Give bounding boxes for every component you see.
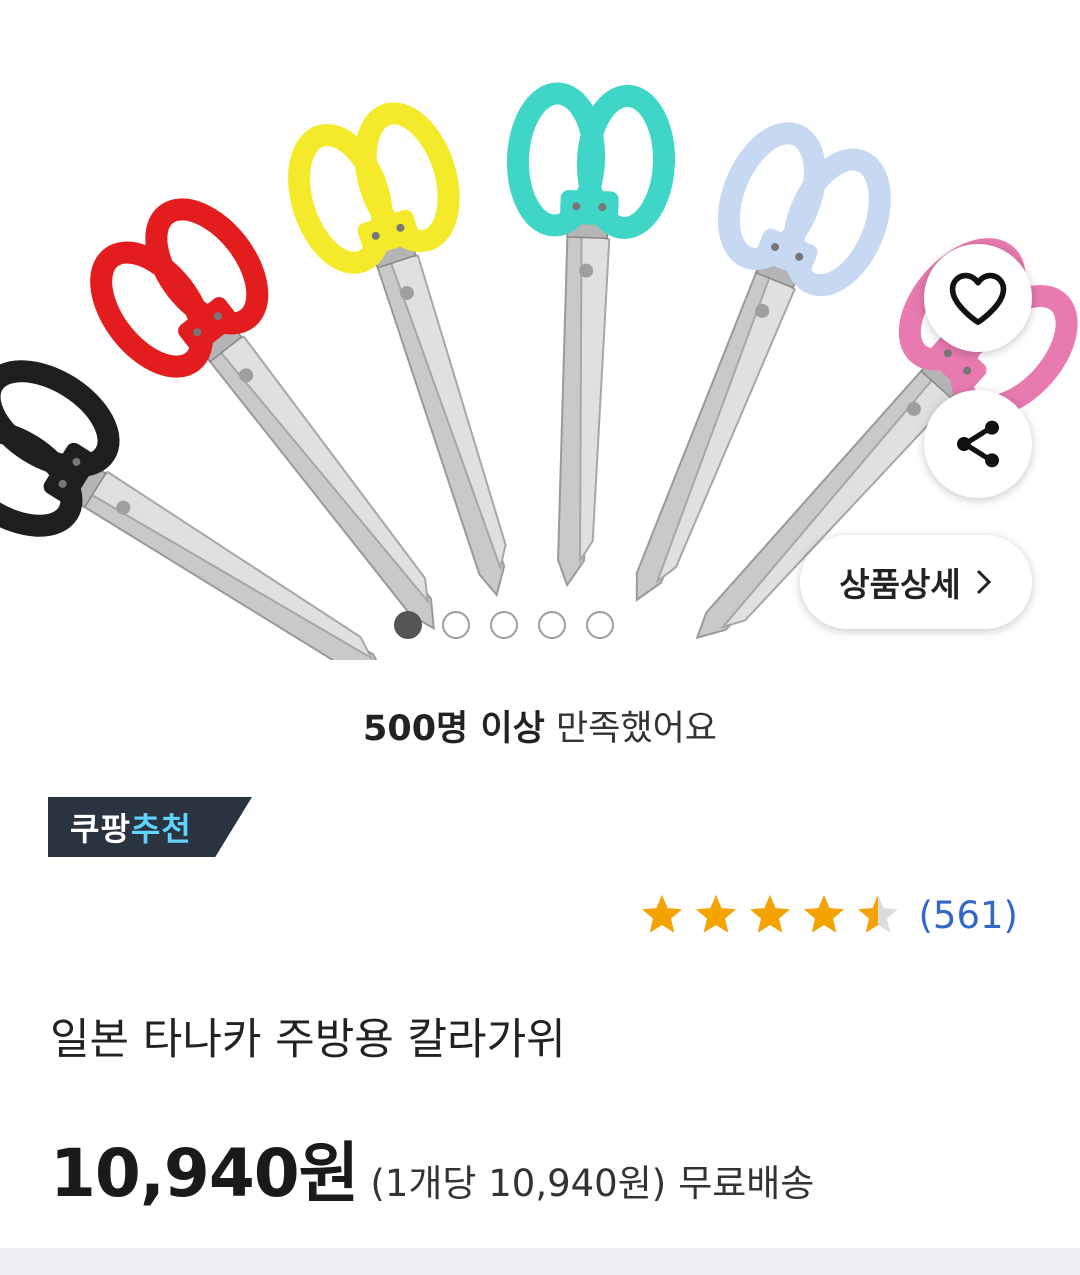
satisfaction-text: 500명 이상 만족했어요 xyxy=(0,700,1080,751)
scissors-item xyxy=(288,102,507,598)
rating-summary[interactable]: (561) xyxy=(639,892,1019,938)
satisfaction-count: 500명 이상 xyxy=(363,709,545,749)
satisfaction-label: 만족했어요 xyxy=(544,709,717,749)
shipping-info: 무료배송 xyxy=(678,1162,815,1205)
gallery-dot[interactable] xyxy=(442,611,470,639)
gallery-pagination xyxy=(0,611,1044,639)
badge-accent: 추천 xyxy=(130,810,192,848)
sale-price: 10,940원 xyxy=(50,1135,359,1212)
scissors-item xyxy=(506,82,676,588)
product-title: 일본 타나카 주방용 칼라가위 xyxy=(50,1015,566,1065)
gallery-dot[interactable] xyxy=(538,611,566,639)
wishlist-button[interactable] xyxy=(924,244,1032,352)
gallery-dot[interactable] xyxy=(490,611,518,639)
star-icon xyxy=(749,894,790,933)
chevron-right-icon xyxy=(976,569,991,595)
price-row: 10,940원 (1개당 10,940원) 무료배송 xyxy=(50,1120,814,1216)
heart-icon xyxy=(949,272,1007,325)
badge-prefix: 쿠팡 xyxy=(70,810,131,848)
share-icon xyxy=(957,420,999,468)
section-divider xyxy=(0,1248,1080,1275)
product-image-gallery[interactable]: 상품상세 xyxy=(0,0,1080,660)
gallery-dot[interactable] xyxy=(586,611,614,639)
star-rating xyxy=(639,892,901,938)
share-button[interactable] xyxy=(924,390,1032,498)
star-icon xyxy=(857,894,898,933)
coupang-recommend-badge: 쿠팡 추천 xyxy=(48,797,252,857)
review-count[interactable]: (561) xyxy=(919,894,1019,937)
unit-price: (1개당 10,940원) xyxy=(370,1162,667,1205)
star-icon xyxy=(641,894,682,933)
product-detail-label: 상품상세 xyxy=(839,565,961,604)
star-icon xyxy=(695,894,736,933)
star-icon xyxy=(803,894,844,933)
gallery-dot[interactable] xyxy=(394,611,422,639)
